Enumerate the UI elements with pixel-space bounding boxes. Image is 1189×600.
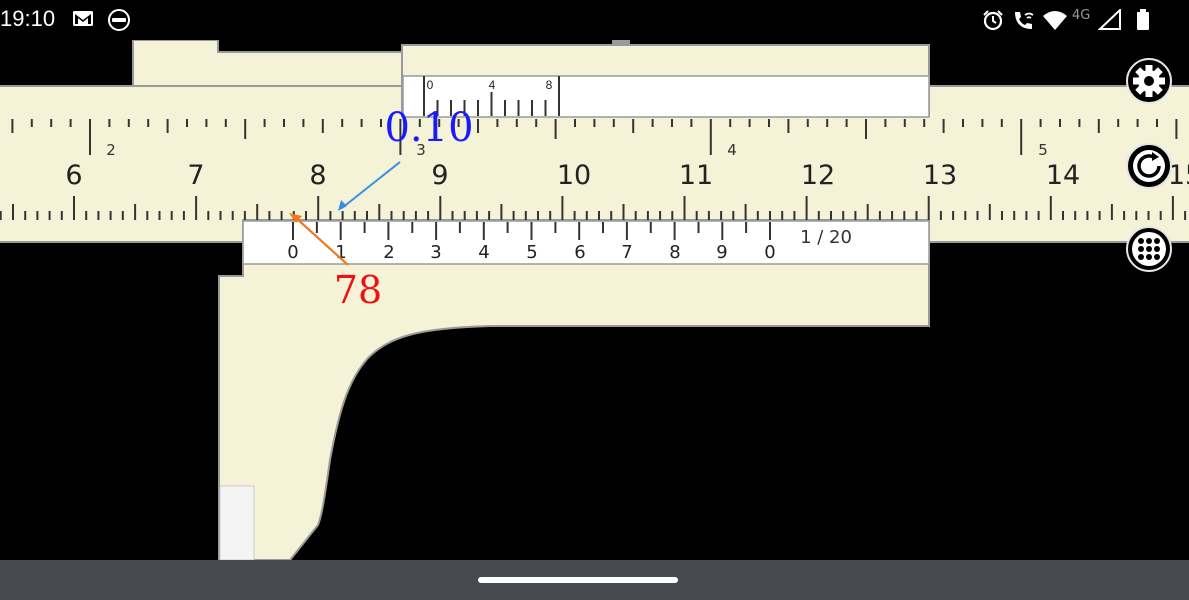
cm-label: 14 [1046,160,1080,191]
wifi-icon [1043,11,1067,30]
depth-label: 0 [427,78,434,92]
grid-menu-icon [1132,232,1166,266]
depth-label: 4 [489,78,496,92]
jaw-insert [219,485,255,560]
depth-vernier-window [402,75,930,118]
cm-label: 12 [801,160,835,191]
vernier-caliper[interactable]: 0 4 8 2 3 4 5 6 7 8 9 10 11 12 13 14 15 … [0,40,1189,560]
status-time: 19:10 [0,6,56,31]
upper-jaw-body [132,40,403,87]
caliper-view[interactable]: 0 4 8 2 3 4 5 6 7 8 9 10 11 12 13 14 15 … [0,40,1189,560]
battery-icon [1137,9,1149,30]
vernier-label: 6 [574,242,585,263]
cm-label: 7 [187,160,204,191]
status-bar: 19:10 4G [0,0,1189,40]
vernier-label: 2 [383,242,394,263]
reset-button[interactable] [1126,143,1172,189]
signal-icon [1098,9,1121,30]
vernier-label: 3 [430,242,441,263]
cm-label: 11 [679,160,713,191]
menu-button[interactable] [1126,226,1172,272]
inch-label: 4 [727,141,737,159]
vernier-label: 0 [764,242,775,263]
inch-label: 5 [1038,141,1048,159]
vernier-resolution: 1 / 20 [800,227,852,248]
inch-label: 2 [106,141,116,159]
vernier-label: 0 [287,242,298,263]
vernier-label: 9 [716,242,727,263]
cm-label: 13 [923,160,957,191]
vernier-label: 7 [621,242,632,263]
vernier-label: 4 [478,242,489,263]
refresh-icon [1133,150,1165,182]
network-type: 4G [1072,8,1091,23]
depth-label: 8 [546,78,553,92]
wifi-call-icon [1015,12,1034,29]
vernier-label: 8 [669,242,680,263]
vernier-label: 5 [526,242,537,263]
notification-icon [108,9,130,31]
cm-label: 8 [309,160,326,191]
slider-jaw [218,219,930,560]
alarm-icon [983,10,1003,31]
cm-label: 9 [431,160,448,191]
cm-label: 6 [65,160,82,191]
home-gesture-handle[interactable] [478,577,678,583]
main-reading: 78 [334,268,382,312]
gmail-icon [73,11,93,26]
vernier-reading: 0.10 [384,105,473,151]
settings-button[interactable] [1126,58,1172,104]
cm-label: 10 [557,160,591,191]
gear-icon [1133,65,1165,97]
